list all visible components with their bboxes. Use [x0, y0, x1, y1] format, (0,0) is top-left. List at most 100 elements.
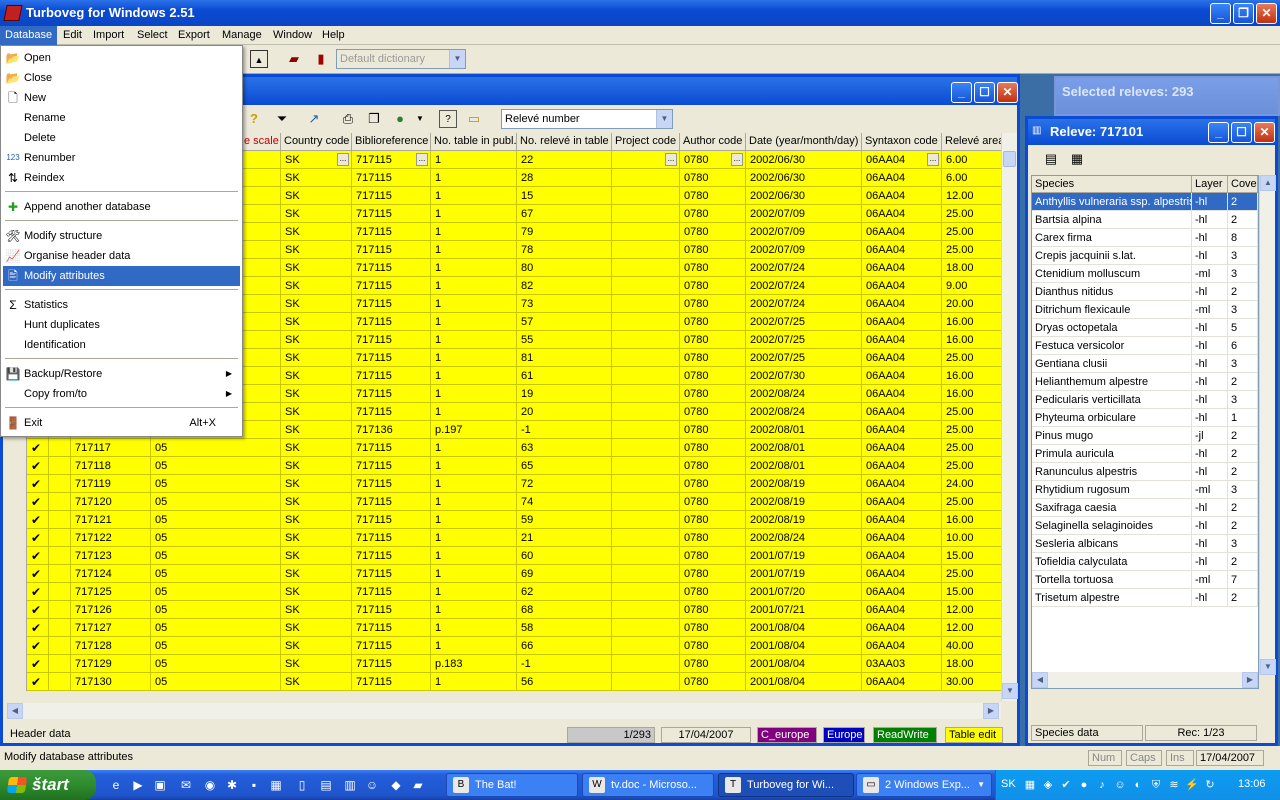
cell-releve-number[interactable]: 717126 — [71, 601, 151, 619]
cell-author-code[interactable]: 0780 — [680, 385, 746, 403]
cell-table-number[interactable]: 1 — [431, 439, 517, 457]
species-row[interactable]: Festuca versicolor -hl 6 — [1032, 337, 1258, 355]
cell-releve-area[interactable]: 25.00 — [942, 349, 1003, 367]
cell-biblioreference[interactable]: 717115... — [352, 151, 431, 169]
cell-releve-in-table[interactable]: 60 — [517, 547, 612, 565]
menu-item-new[interactable]: 🗋 New — [3, 88, 240, 108]
cell-table-number[interactable]: 1 — [431, 601, 517, 619]
cell-releve-in-table[interactable]: 79 — [517, 223, 612, 241]
lookup-button[interactable]: ... — [927, 153, 939, 166]
cell-author-code[interactable]: 0780 — [680, 547, 746, 565]
row-check-icon[interactable]: ✔ — [27, 673, 49, 691]
cell-biblioreference[interactable]: 717115 — [352, 619, 431, 637]
cell-syntaxon-code[interactable]: 06AA04 — [862, 313, 942, 331]
table-row[interactable]: ✔ 717122 05 SK 717115 1 21 0780 2002/08/24 06AA04… — [7, 529, 1003, 547]
cell-project-code[interactable] — [612, 547, 680, 565]
row-flag-cell[interactable] — [49, 511, 71, 529]
row-selector[interactable] — [7, 475, 27, 493]
app-icon[interactable] — [3, 5, 23, 21]
cell-syntaxon-code[interactable]: 06AA04 — [862, 349, 942, 367]
menu-item-close[interactable]: 📂 Close — [3, 68, 240, 88]
species-row[interactable]: Rhytidium rugosum -ml 3 — [1032, 481, 1258, 499]
cell-country-code[interactable]: SK — [281, 403, 352, 421]
cell-syntaxon-code[interactable]: 06AA04 — [862, 547, 942, 565]
table-row[interactable]: ✔ 717119 05 SK 717115 1 72 0780 2002/08/19 06AA04… — [7, 475, 1003, 493]
cell-table-number[interactable]: 1 — [431, 403, 517, 421]
cell-biblioreference[interactable]: 717115 — [352, 529, 431, 547]
cell-syntaxon-code[interactable]: 06AA04 — [862, 439, 942, 457]
cell-table-number[interactable]: 1 — [431, 349, 517, 367]
row-check-icon[interactable]: ✔ — [27, 619, 49, 637]
cell-syntaxon-code[interactable]: 06AA04 — [862, 637, 942, 655]
tray-speaker-icon[interactable]: ♪ — [1094, 777, 1110, 793]
cell-releve-in-table[interactable]: 62 — [517, 583, 612, 601]
species-row[interactable]: Ditrichum flexicaule -ml 3 — [1032, 301, 1258, 319]
row-check-icon[interactable]: ✔ — [27, 601, 49, 619]
row-selector[interactable] — [7, 511, 27, 529]
cell-releve-area[interactable]: 25.00 — [942, 565, 1003, 583]
lookup-button[interactable]: ... — [416, 153, 428, 166]
cell-author-code[interactable]: 0780 — [680, 529, 746, 547]
row-selector[interactable] — [7, 673, 27, 691]
cell-country-code[interactable]: SK — [281, 187, 352, 205]
cell-releve-number[interactable]: 717119 — [71, 475, 151, 493]
cell-date[interactable]: 2001/08/04 — [746, 655, 862, 673]
cell-biblioreference[interactable]: 717115 — [352, 637, 431, 655]
cell-releve-area[interactable]: 16.00 — [942, 367, 1003, 385]
cell-table-number[interactable]: 1 — [431, 583, 517, 601]
col-header-syntaxon[interactable]: Syntaxon code — [862, 133, 942, 150]
row-flag-cell[interactable] — [49, 565, 71, 583]
menu-item-rename[interactable]: Rename — [3, 108, 240, 128]
cell-author-code[interactable]: 0780 — [680, 403, 746, 421]
species-row[interactable]: Pinus mugo -jl 2 — [1032, 427, 1258, 445]
cell-country-code[interactable]: SK — [281, 241, 352, 259]
cell-table-number[interactable]: 1 — [431, 313, 517, 331]
row-selector[interactable] — [7, 547, 27, 565]
row-selector[interactable] — [7, 637, 27, 655]
db-minimize-button[interactable]: _ — [951, 82, 972, 103]
cell-biblioreference[interactable]: 717115 — [352, 205, 431, 223]
row-check-icon[interactable]: ✔ — [27, 457, 49, 475]
cell-releve-area[interactable]: 16.00 — [942, 511, 1003, 529]
cell-syntaxon-code[interactable]: 06AA04 — [862, 475, 942, 493]
releve-close-button[interactable]: ✕ — [1254, 122, 1275, 143]
cell-biblioreference[interactable]: 717115 — [352, 277, 431, 295]
cell-date[interactable]: 2002/07/09 — [746, 223, 862, 241]
table-row[interactable]: ✔ 717128 05 SK 717115 1 66 0780 2001/08/04 06AA04… — [7, 637, 1003, 655]
cell-biblioreference[interactable]: 717115 — [352, 313, 431, 331]
cell-releve-area[interactable]: 16.00 — [942, 313, 1003, 331]
cell-date[interactable]: 2001/07/19 — [746, 547, 862, 565]
species-row[interactable]: Selaginella selaginoides -hl 2 — [1032, 517, 1258, 535]
cell-date[interactable]: 2002/08/24 — [746, 529, 862, 547]
cell-author-code[interactable]: 0780 — [680, 475, 746, 493]
cell-cover-scale[interactable]: 05 — [151, 583, 281, 601]
cell-author-code[interactable]: 0780 — [680, 673, 746, 691]
cell-author-code[interactable]: 0780 — [680, 277, 746, 295]
cell-country-code[interactable]: SK — [281, 169, 352, 187]
row-flag-cell[interactable] — [49, 475, 71, 493]
cell-date[interactable]: 2002/08/01 — [746, 457, 862, 475]
species-row[interactable]: Phyteuma orbiculare -hl 1 — [1032, 409, 1258, 427]
cell-table-number[interactable]: 1 — [431, 223, 517, 241]
copy-icon[interactable]: ❐ — [365, 110, 383, 128]
cell-table-number[interactable]: 1 — [431, 205, 517, 223]
menu-item-identification[interactable]: Identification — [3, 335, 240, 355]
cell-project-code[interactable] — [612, 457, 680, 475]
cell-releve-number[interactable]: 717117 — [71, 439, 151, 457]
col-header-biblio[interactable]: Biblioreference — [352, 133, 431, 150]
cell-biblioreference[interactable]: 717115 — [352, 169, 431, 187]
scroll-down-icon[interactable]: ▼ — [1002, 683, 1018, 699]
cell-releve-area[interactable]: 25.00 — [942, 457, 1003, 475]
cell-country-code[interactable]: SK — [281, 673, 352, 691]
tray-update-icon[interactable]: ↻ — [1202, 777, 1218, 793]
cell-releve-area[interactable]: 10.00 — [942, 529, 1003, 547]
cell-country-code[interactable]: SK — [281, 475, 352, 493]
cell-releve-area[interactable]: 18.00 — [942, 655, 1003, 673]
cell-releve-in-table[interactable]: 57 — [517, 313, 612, 331]
cell-project-code[interactable] — [612, 511, 680, 529]
cell-project-code[interactable] — [612, 583, 680, 601]
cell-author-code[interactable]: 0780 — [680, 439, 746, 457]
row-selector[interactable] — [7, 439, 27, 457]
menu-item-hunt-duplicates[interactable]: Hunt duplicates — [3, 315, 240, 335]
tray-check-icon[interactable]: ✔ — [1058, 777, 1074, 793]
